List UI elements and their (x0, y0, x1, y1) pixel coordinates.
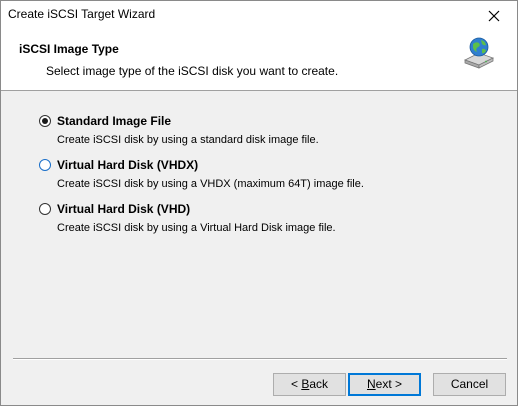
close-icon (488, 10, 500, 21)
radio-standard-image[interactable] (39, 115, 51, 127)
wizard-header: iSCSI Image Type Select image type of th… (1, 30, 517, 91)
back-button[interactable]: < Back (273, 373, 346, 396)
option-label: Virtual Hard Disk (VHDX) (57, 158, 199, 172)
next-button[interactable]: Next > (348, 373, 421, 396)
page-title: iSCSI Image Type (19, 42, 119, 56)
page-subtitle: Select image type of the iSCSI disk you … (46, 64, 339, 78)
option-label: Standard Image File (57, 114, 172, 128)
window-title: Create iSCSI Target Wizard (8, 7, 156, 21)
back-prefix: < (290, 377, 302, 391)
radio-selected-dot (42, 118, 48, 124)
radio-vhdx[interactable] (39, 159, 51, 171)
option-label: Virtual Hard Disk (VHD) (57, 202, 191, 216)
close-button[interactable] (471, 1, 517, 30)
network-disk-icon (463, 37, 495, 69)
option-description: Create iSCSI disk by using a standard di… (57, 134, 319, 146)
options-area: Standard Image File Create iSCSI disk by… (1, 91, 517, 359)
radio-vhd[interactable] (39, 203, 51, 215)
title-bar: Create iSCSI Target Wizard (1, 1, 517, 30)
option-description: Create iSCSI disk by using a VHDX (maxim… (57, 178, 364, 190)
back-rest: ack (309, 377, 329, 391)
cancel-button[interactable]: Cancel (433, 373, 506, 396)
footer-divider (13, 358, 507, 360)
next-rest: ext > (375, 377, 403, 391)
wizard-window: Create iSCSI Target Wizard iSCSI Image T… (0, 0, 518, 406)
next-mnemonic: N (366, 377, 376, 391)
option-description: Create iSCSI disk by using a Virtual Har… (57, 222, 336, 234)
